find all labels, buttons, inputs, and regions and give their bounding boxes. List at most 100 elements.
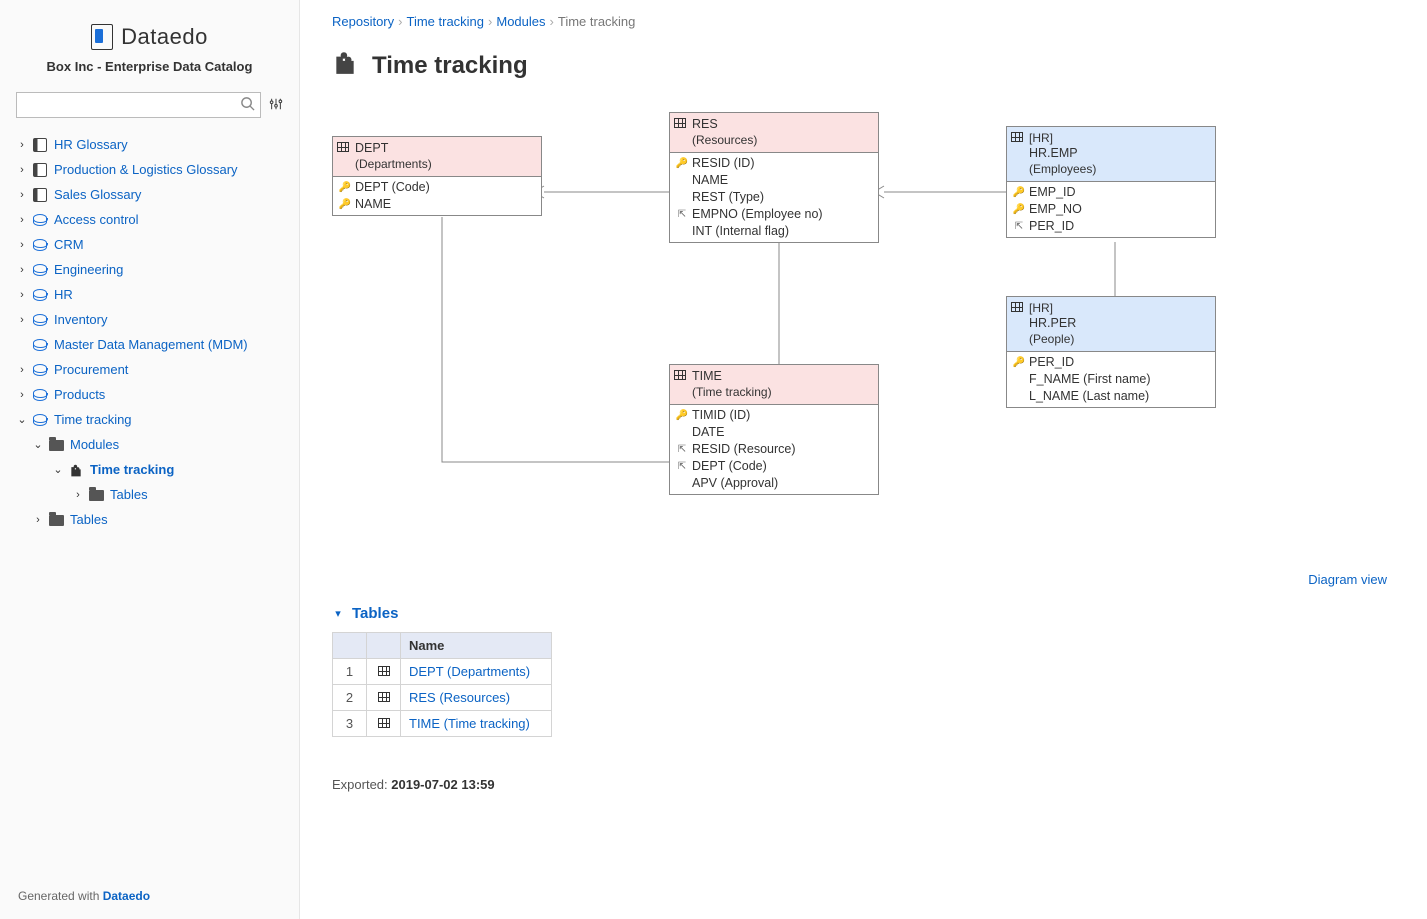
table-icon [674, 117, 686, 133]
brand-icon [91, 24, 113, 50]
tree-item-label: Products [54, 387, 287, 402]
tree-item-label: Production & Logistics Glossary [54, 162, 287, 177]
erd-column: DATE [670, 424, 878, 441]
exported-timestamp: Exported: 2019-07-02 13:59 [332, 777, 1395, 792]
table-icon [378, 692, 390, 702]
page-title: Time tracking [372, 52, 528, 80]
db-icon [32, 289, 48, 301]
tree-item-label: Time tracking [54, 412, 287, 427]
erd-column: L_NAME (Last name) [1007, 388, 1215, 405]
erd-table-dept[interactable]: DEPT(Departments)🔑DEPT (Code)🔑NAME [332, 136, 542, 216]
tree-item-label: CRM [54, 237, 287, 252]
table-icon [674, 369, 686, 385]
table-row[interactable]: 2RES (Resources) [333, 685, 552, 711]
table-header-name: Name [401, 633, 552, 659]
erd-column: ⇱EMPNO (Employee no) [670, 206, 878, 223]
key-icon: 🔑 [1013, 204, 1025, 215]
tree-item-label: HR Glossary [54, 137, 287, 152]
db-icon [32, 389, 48, 401]
search-input[interactable] [16, 92, 261, 118]
table-icon [1011, 131, 1023, 147]
tree-item-label: Tables [70, 512, 287, 527]
db-icon [32, 239, 48, 251]
erd-column: APV (Approval) [670, 475, 878, 492]
tree-item-master-data-management-mdm-[interactable]: Master Data Management (MDM) [12, 332, 287, 357]
folder-icon [48, 513, 64, 526]
tree-item-time-tracking[interactable]: ⌄ Time tracking [12, 407, 287, 432]
tree-item-label: Master Data Management (MDM) [54, 337, 287, 352]
tree-item-access-control[interactable]: ›Access control [12, 207, 287, 232]
tree-item-label: Engineering [54, 262, 287, 277]
brand-logo[interactable]: Dataedo [91, 24, 208, 50]
chevron-icon: ⌄ [16, 413, 28, 426]
table-icon [378, 666, 390, 676]
tree-item-time-tracking[interactable]: ⌄Time tracking [12, 457, 287, 482]
tree-item-sales-glossary[interactable]: ›Sales Glossary [12, 182, 287, 207]
erd-column: 🔑TIMID (ID) [670, 407, 878, 424]
breadcrumb: Repository›Time tracking›Modules›Time tr… [332, 14, 1395, 29]
tree-item-procurement[interactable]: ›Procurement [12, 357, 287, 382]
sidebar: Dataedo Box Inc - Enterprise Data Catalo… [0, 0, 300, 919]
erd-column: F_NAME (First name) [1007, 371, 1215, 388]
chevron-icon: › [16, 139, 28, 151]
db-icon [32, 314, 48, 326]
erd-column: 🔑EMP_NO [1007, 201, 1215, 218]
diagram-view-link[interactable]: Diagram view [1308, 572, 1387, 587]
tree-item-label: HR [54, 287, 287, 302]
chevron-icon: › [16, 264, 28, 276]
tree-item-label: Inventory [54, 312, 287, 327]
tree-item-label: Access control [54, 212, 287, 227]
key-icon: 🔑 [676, 410, 688, 421]
tree-item-products[interactable]: › Products [12, 382, 287, 407]
table-row[interactable]: 1DEPT (Departments) [333, 659, 552, 685]
erd-column: 🔑RESID (ID) [670, 155, 878, 172]
breadcrumb-item[interactable]: Repository [332, 14, 394, 29]
fk-icon: ⇱ [1013, 221, 1025, 232]
key-icon: 🔑 [1013, 187, 1025, 198]
tree-item-engineering[interactable]: › Engineering [12, 257, 287, 282]
table-row[interactable]: 3TIME (Time tracking) [333, 711, 552, 737]
tables-section-header[interactable]: ▾ Tables [332, 605, 1395, 622]
table-icon [378, 718, 390, 728]
main-content: Repository›Time tracking›Modules›Time tr… [300, 0, 1427, 919]
chevron-icon: › [16, 289, 28, 301]
table-link[interactable]: DEPT (Departments) [409, 664, 530, 679]
tree-item-inventory[interactable]: ›Inventory [12, 307, 287, 332]
tree-item-crm[interactable]: › CRM [12, 232, 287, 257]
key-icon: 🔑 [1013, 357, 1025, 368]
tree-item-tables[interactable]: ›Tables [12, 507, 287, 532]
tree-item-modules[interactable]: ⌄Modules [12, 432, 287, 457]
db-icon [32, 214, 48, 226]
tree-item-label: Procurement [54, 362, 287, 377]
filter-icon[interactable] [269, 97, 283, 114]
fk-icon: ⇱ [676, 209, 688, 220]
erd-table-res[interactable]: RES(Resources)🔑RESID (ID)NAMEREST (Type)… [669, 112, 879, 243]
erd-column: 🔑EMP_ID [1007, 184, 1215, 201]
erd-table-hr-per[interactable]: [HR]HR.PER(People)🔑PER_IDF_NAME (First n… [1006, 296, 1216, 408]
key-icon: 🔑 [676, 158, 688, 169]
tree-item-hr-glossary[interactable]: › HR Glossary [12, 132, 287, 157]
table-link[interactable]: RES (Resources) [409, 690, 510, 705]
chevron-icon: ⌄ [52, 463, 64, 476]
erd-table-time[interactable]: TIME(Time tracking)🔑TIMID (ID)DATE⇱RESID… [669, 364, 879, 495]
table-icon [1011, 301, 1023, 317]
fk-icon: ⇱ [676, 461, 688, 472]
erd-column: NAME [670, 172, 878, 189]
tree-item-tables[interactable]: ›Tables [12, 482, 287, 507]
table-link[interactable]: TIME (Time tracking) [409, 716, 530, 731]
erd-table-hr-emp[interactable]: [HR]HR.EMP(Employees)🔑EMP_ID🔑EMP_NO⇱PER_… [1006, 126, 1216, 238]
chevron-icon: › [72, 489, 84, 501]
tree-item-hr[interactable]: › HR [12, 282, 287, 307]
breadcrumb-item[interactable]: Time tracking [406, 14, 484, 29]
erd-column: REST (Type) [670, 189, 878, 206]
chevron-icon: › [16, 389, 28, 401]
tables-list: Name 1DEPT (Departments)2RES (Resources)… [332, 632, 552, 737]
breadcrumb-item[interactable]: Modules [496, 14, 545, 29]
chevron-icon: › [16, 164, 28, 176]
sidebar-footer: Generated with Dataedo [12, 881, 287, 911]
tree-item-production-logistics-glossary[interactable]: › Production & Logistics Glossary [12, 157, 287, 182]
erd-column: 🔑NAME [333, 196, 541, 213]
search-icon[interactable] [240, 96, 255, 114]
chevron-icon: › [16, 239, 28, 251]
book-icon [32, 163, 48, 177]
